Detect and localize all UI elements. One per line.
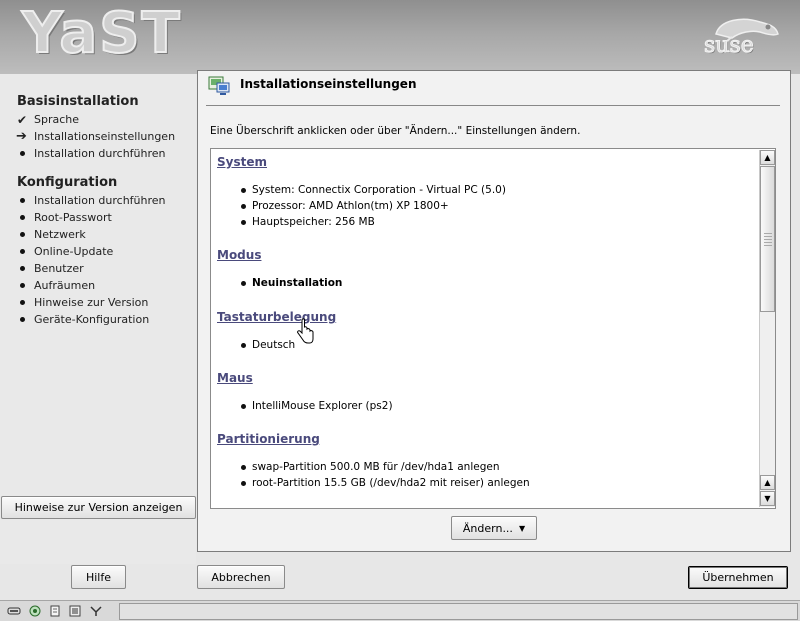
sidebar-item-installation-durchfuehren-2: Installation durchführen: [17, 192, 195, 209]
scroll-down-button[interactable]: ▼: [760, 491, 775, 506]
bullet-icon: [241, 480, 246, 486]
bullet-icon: [241, 203, 246, 209]
sidebar-item-online-update: Online-Update: [17, 243, 195, 260]
sidebar-item-hinweise: Hinweise zur Version: [17, 294, 195, 311]
bullet-icon: [17, 249, 34, 254]
list-item: System: Connectix Corporation - Virtual …: [241, 184, 506, 196]
list-item: Neuinstallation: [241, 277, 342, 289]
section-link-partitionierung[interactable]: Partitionierung: [217, 432, 320, 446]
sidebar-heading-basis: Basisinstallation: [17, 94, 139, 109]
cancel-button[interactable]: Abbrechen: [197, 565, 285, 589]
release-notes-button[interactable]: Hinweise zur Version anzeigen: [1, 496, 196, 519]
bullet-icon: [17, 151, 34, 156]
list-item: Prozessor: AMD Athlon(tm) XP 1800+: [241, 200, 449, 212]
settings-summary[interactable]: System System: Connectix Corporation - V…: [210, 148, 776, 509]
bullet-icon: [241, 280, 246, 286]
bullet-icon: [17, 232, 34, 237]
bullet-icon: [241, 342, 246, 348]
help-button[interactable]: Hilfe: [71, 565, 126, 589]
settings-panel: Installationseinstellungen Eine Überschr…: [197, 70, 791, 552]
sidebar-item-root-passwort: Root-Passwort: [17, 209, 195, 226]
list-icon[interactable]: [68, 605, 82, 617]
sidebar-heading-konfiguration: Konfiguration: [17, 175, 118, 190]
monitor-settings-icon: [208, 76, 230, 95]
title-divider: [206, 105, 780, 106]
dropdown-arrow-icon: ▼: [518, 523, 526, 533]
scroll-up-button-lower[interactable]: ▲: [760, 475, 775, 490]
sidebar-item-netzwerk: Netzwerk: [17, 226, 195, 243]
grip-icon: [764, 233, 772, 247]
scroll-up-button[interactable]: ▲: [760, 150, 775, 165]
list-item: Deutsch: [241, 339, 295, 351]
bullet-icon: [17, 300, 34, 305]
arrow-right-icon: ➔: [16, 129, 27, 144]
taskbar: [0, 600, 800, 621]
list-item: IntelliMouse Explorer (ps2): [241, 400, 393, 412]
bullet-icon: [241, 219, 246, 225]
list-item: swap-Partition 500.0 MB für /dev/hda1 an…: [241, 461, 499, 473]
bullet-icon: [17, 283, 34, 288]
sidebar-item-sprache: ✔ Sprache: [17, 112, 80, 127]
sidebar-item-installationseinstellungen: ➔ Installationseinstellungen: [16, 129, 176, 144]
list-item: Hauptspeicher: 256 MB: [241, 216, 375, 228]
change-button[interactable]: Ändern... ▼: [451, 516, 537, 540]
suse-logo-text: suse: [704, 33, 755, 59]
tools-icon[interactable]: [89, 605, 103, 617]
check-icon: ✔: [17, 112, 28, 127]
sidebar-item-geraete-konfiguration: Geräte-Konfiguration: [17, 311, 195, 328]
instruction-text: Eine Überschrift anklicken oder über "Än…: [210, 125, 581, 137]
section-link-maus[interactable]: Maus: [217, 371, 253, 385]
installation-steps-sidebar: Basisinstallation ✔ Sprache ➔ Installati…: [0, 74, 196, 564]
document-icon[interactable]: [48, 605, 62, 617]
bullet-icon: [17, 266, 34, 271]
bullet-icon: [17, 317, 34, 322]
hand-cursor-icon: [297, 318, 314, 344]
sidebar-item-benutzer: Benutzer: [17, 260, 195, 277]
bullet-icon: [241, 187, 246, 193]
header-banner: YaST suse: [0, 0, 800, 74]
sidebar-item-aufraeumen: Aufräumen: [17, 277, 195, 294]
taskbar-status-field: [119, 603, 798, 620]
page-title: Installationseinstellungen: [240, 77, 417, 91]
bullet-icon: [241, 464, 246, 470]
bullet-icon: [17, 215, 34, 220]
section-link-tastaturbelegung[interactable]: Tastaturbelegung: [217, 310, 336, 324]
vertical-scrollbar[interactable]: ▲ ▲ ▼: [759, 150, 775, 507]
bullet-icon: [241, 403, 246, 409]
accept-button[interactable]: Übernehmen: [688, 566, 788, 589]
section-link-modus[interactable]: Modus: [217, 248, 261, 262]
sidebar-item-installation-durchfuehren: Installation durchführen: [17, 145, 195, 162]
drive-icon[interactable]: [7, 605, 21, 617]
yast-logo: YaST: [21, 1, 182, 67]
section-link-system[interactable]: System: [217, 155, 267, 169]
scrollbar-thumb[interactable]: [760, 166, 775, 312]
network-globe-icon[interactable]: [28, 605, 42, 617]
list-item: root-Partition 15.5 GB (/dev/hda2 mit re…: [241, 477, 530, 489]
bullet-icon: [17, 198, 34, 203]
